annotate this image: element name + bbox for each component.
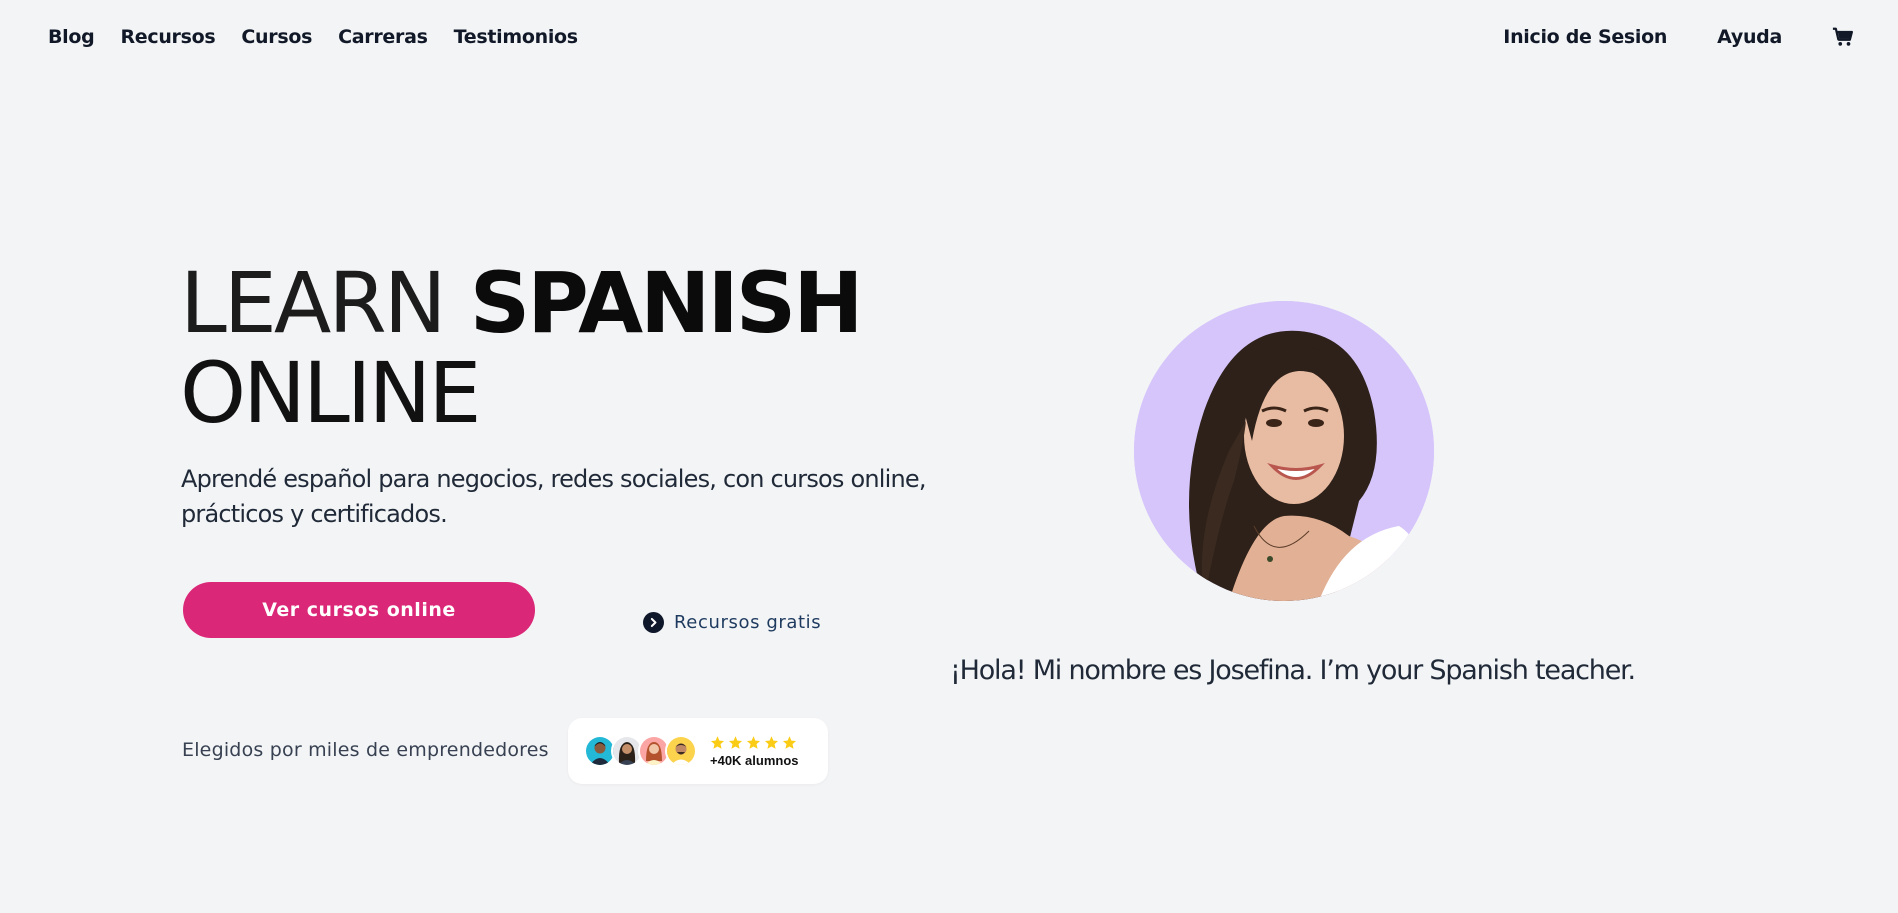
- help-link[interactable]: Ayuda: [1717, 26, 1782, 48]
- social-proof-text: Elegidos por miles de emprendedores: [182, 739, 549, 761]
- hero-title: LEARN SPANISH ONLINE: [180, 258, 864, 438]
- student-avatars: [584, 735, 697, 767]
- nav-blog[interactable]: Blog: [48, 26, 95, 48]
- rating-card: +40K alumnos: [568, 718, 828, 784]
- nav-recursos[interactable]: Recursos: [120, 26, 215, 48]
- hero-title-online: ONLINE: [180, 344, 481, 442]
- star-icon: [782, 735, 797, 749]
- teacher-photo: [1134, 301, 1434, 601]
- rating-block: +40K alumnos: [710, 735, 799, 768]
- hero-title-spanish: SPANISH: [469, 254, 864, 352]
- chevron-right-icon: [643, 612, 664, 633]
- avatar: [665, 735, 697, 767]
- star-icon: [746, 735, 761, 749]
- hero-title-learn: LEARN: [180, 254, 447, 352]
- star-rating: [710, 735, 799, 750]
- students-count: +40K alumnos: [710, 752, 799, 768]
- login-link[interactable]: Inicio de Sesion: [1503, 26, 1667, 48]
- star-icon: [710, 735, 725, 749]
- account-nav: Inicio de Sesion Ayuda: [1503, 26, 1854, 48]
- teacher-intro: ¡Hola! Mi nombre es Josefina. I’m your S…: [950, 655, 1636, 686]
- star-icon: [728, 735, 743, 749]
- free-resources-link[interactable]: Recursos gratis: [643, 612, 821, 633]
- nav-testimonios[interactable]: Testimonios: [454, 26, 578, 48]
- hero-subtitle: Aprendé español para negocios, redes soc…: [181, 465, 927, 528]
- cart-icon[interactable]: [1832, 26, 1854, 48]
- star-icon: [764, 735, 779, 749]
- free-resources-label: Recursos gratis: [674, 612, 822, 633]
- main-nav: Blog Recursos Cursos Carreras Testimonio…: [48, 26, 578, 48]
- nav-carreras[interactable]: Carreras: [338, 26, 428, 48]
- view-courses-button[interactable]: Ver cursos online: [183, 582, 535, 638]
- nav-cursos[interactable]: Cursos: [241, 26, 312, 48]
